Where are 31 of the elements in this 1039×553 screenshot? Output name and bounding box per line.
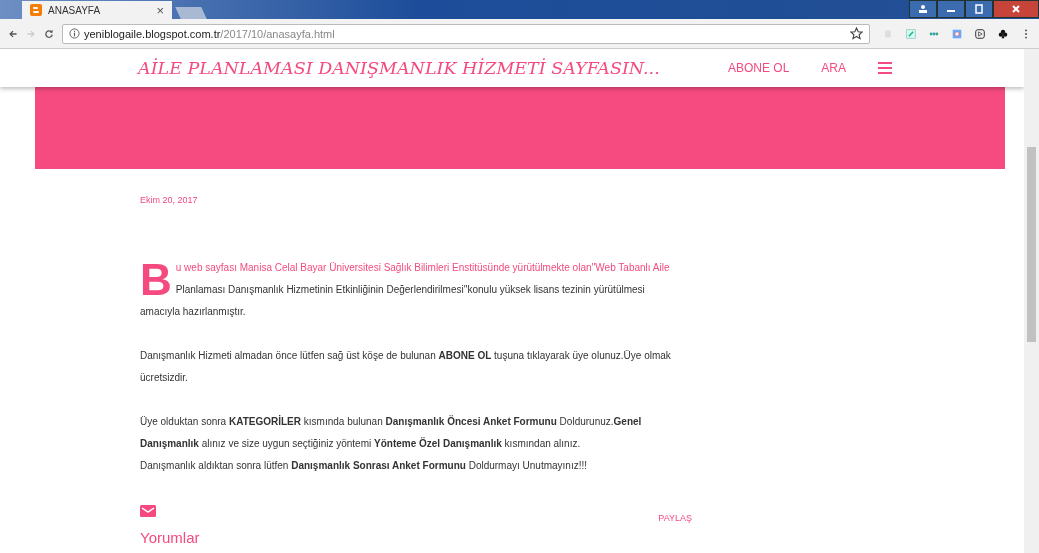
share-link[interactable]: PAYLAŞ	[658, 513, 692, 523]
browser-tab[interactable]: ANASAYFA ×	[22, 1, 172, 19]
intro-text: u web sayfası Manisa Celal Bayar Üniversitesi Sağlık Bilimleri Enstitüsünde yürütülmekte olan''Web Tabanlı Aile	[175, 261, 670, 275]
paragraph-text: Üye olduktan sonra KATEGORİLER kısmında bulunan Danışmanlık Öncesi Anket Formunu Doldurunuz.Genel Danışmanlık alınız ve size uygun seçtiğiniz yöntemi Yönteme Özel Danışmanlık kısmından alınız.	[140, 414, 643, 451]
extension-icon[interactable]	[975, 26, 985, 41]
maximize-icon	[974, 4, 984, 14]
paragraph-text: Danışmanlık Hizmeti almadan önce lütfen sağ üst köşe de bulunan ABONE OL tuşuna tıklayarak üye olunuz.Üye olmak ücretsizdir.	[140, 349, 672, 385]
intro-text: amacıyla hazırlanmıştır.	[140, 305, 247, 319]
blog-title: AİLE PLANLAMASI DANIŞMANLIK HİZMETİ SAYFASIN...	[138, 58, 661, 78]
paragraph-text: Danışmanlık aldıktan sonra lütfen Danışmanlık Sonrası Anket Formunu Doldurmayı Unutmayınız!!!	[140, 459, 589, 473]
intro-text: Planlaması Danışmanlık Hizmetinin Etkinliğinin Değerlendirilmesi''konulu yüksek lisans tezinin yürütülmesi	[175, 283, 646, 297]
star-icon[interactable]	[850, 27, 863, 40]
address-bar[interactable]: yeniblogaile.blogspot.com.tr/2017/10/anasayfa.html	[62, 23, 870, 44]
scrollbar[interactable]	[1024, 49, 1039, 553]
user-button[interactable]	[909, 0, 937, 18]
email-icon[interactable]	[140, 505, 156, 517]
drop-cap: B	[140, 259, 172, 301]
header-link[interactable]: ABONE OL	[728, 61, 790, 75]
blogger-icon	[30, 4, 42, 16]
close-window-button[interactable]	[993, 0, 1039, 18]
close-tab-button[interactable]: ×	[156, 2, 164, 18]
info-icon	[69, 28, 80, 39]
post-date: Ekim 20, 2017	[140, 195, 199, 205]
menu-icon[interactable]	[878, 62, 893, 74]
person-icon	[918, 4, 928, 14]
comments-heading: Yorumlar	[140, 529, 201, 546]
minimize-button[interactable]	[937, 0, 965, 18]
extension-icon[interactable]	[906, 26, 916, 41]
maximize-button[interactable]	[965, 0, 993, 18]
new-tab-button[interactable]	[175, 7, 207, 19]
close-icon	[1011, 4, 1021, 14]
